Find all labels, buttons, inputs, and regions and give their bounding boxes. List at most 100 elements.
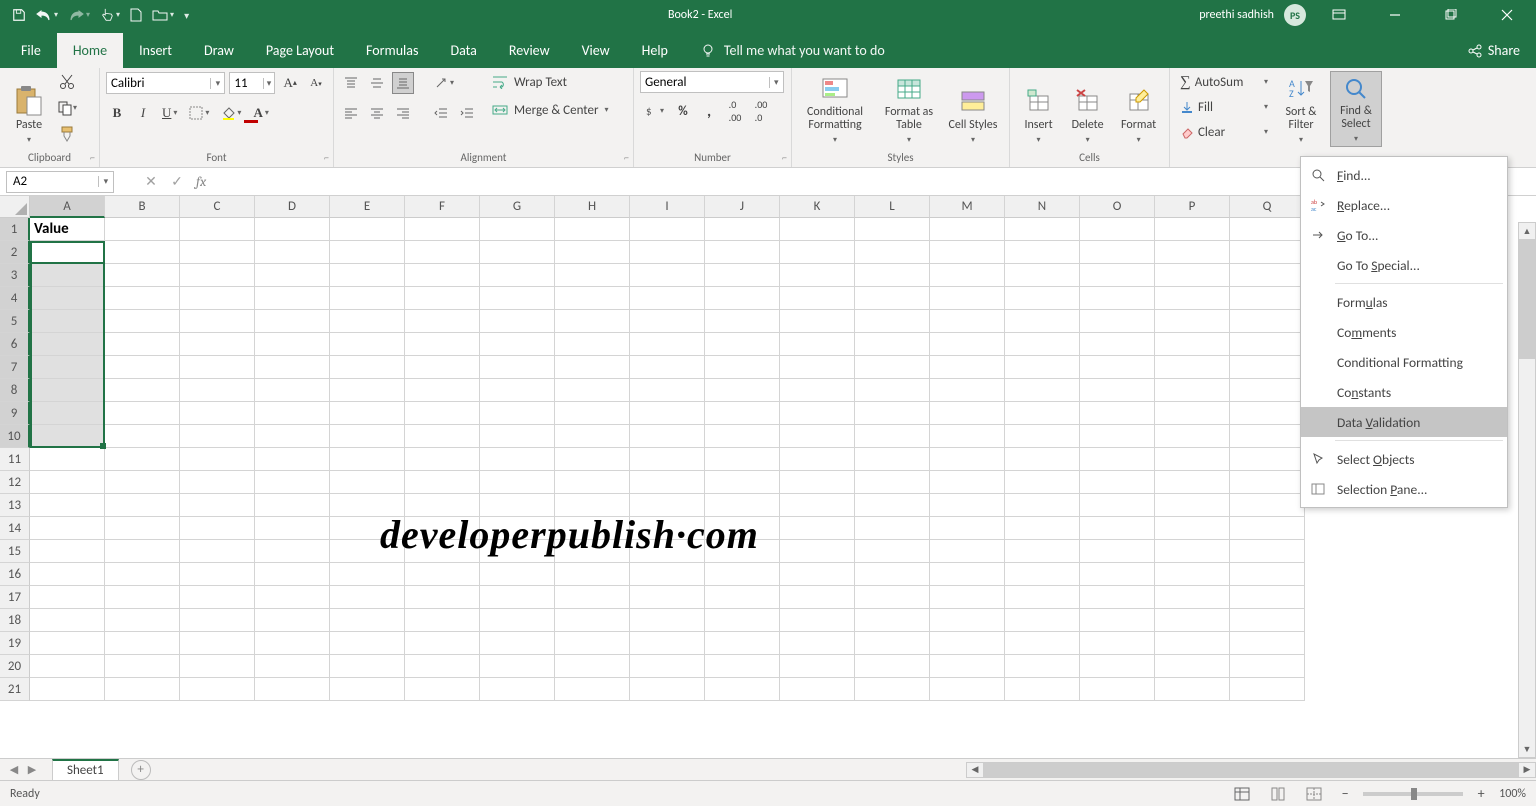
cell-H12[interactable] <box>555 471 630 494</box>
row-header-20[interactable]: 20 <box>0 655 30 678</box>
cell-G10[interactable] <box>480 425 555 448</box>
cell-M9[interactable] <box>930 402 1005 425</box>
col-header-I[interactable]: I <box>630 196 705 218</box>
cell-N8[interactable] <box>1005 379 1080 402</box>
cell-N6[interactable] <box>1005 333 1080 356</box>
cells-area[interactable]: Value <box>30 218 1305 701</box>
cell-N20[interactable] <box>1005 655 1080 678</box>
cell-F11[interactable] <box>405 448 480 471</box>
cell-F2[interactable] <box>405 241 480 264</box>
cell-N3[interactable] <box>1005 264 1080 287</box>
cell-H16[interactable] <box>555 563 630 586</box>
cell-I2[interactable] <box>630 241 705 264</box>
cell-F7[interactable] <box>405 356 480 379</box>
bold-button[interactable]: B <box>106 102 128 124</box>
fill-color-button[interactable]: ▾ <box>217 102 245 124</box>
cell-O1[interactable] <box>1080 218 1155 241</box>
cell-H14[interactable] <box>555 517 630 540</box>
cell-B3[interactable] <box>105 264 180 287</box>
tab-data[interactable]: Data <box>434 33 492 68</box>
menu-selection-pane[interactable]: Selection Pane... <box>1301 474 1507 504</box>
zoom-slider[interactable] <box>1363 792 1463 796</box>
cell-D6[interactable] <box>255 333 330 356</box>
cell-I11[interactable] <box>630 448 705 471</box>
cell-K10[interactable] <box>780 425 855 448</box>
cell-G8[interactable] <box>480 379 555 402</box>
cell-O11[interactable] <box>1080 448 1155 471</box>
cell-M3[interactable] <box>930 264 1005 287</box>
cell-H3[interactable] <box>555 264 630 287</box>
cell-N21[interactable] <box>1005 678 1080 701</box>
add-sheet-button[interactable]: + <box>131 760 151 780</box>
cell-K4[interactable] <box>780 287 855 310</box>
cell-G2[interactable] <box>480 241 555 264</box>
number-launcher[interactable]: ⌐ <box>782 151 787 164</box>
cell-G3[interactable] <box>480 264 555 287</box>
cell-Q5[interactable] <box>1230 310 1305 333</box>
cell-H6[interactable] <box>555 333 630 356</box>
cell-B12[interactable] <box>105 471 180 494</box>
cell-N17[interactable] <box>1005 586 1080 609</box>
cell-D18[interactable] <box>255 609 330 632</box>
cell-D17[interactable] <box>255 586 330 609</box>
ribbon-options-button[interactable] <box>1316 0 1362 30</box>
cell-O2[interactable] <box>1080 241 1155 264</box>
cell-G11[interactable] <box>480 448 555 471</box>
vscroll-thumb[interactable] <box>1519 239 1535 359</box>
cell-I16[interactable] <box>630 563 705 586</box>
cell-Q2[interactable] <box>1230 241 1305 264</box>
cell-M15[interactable] <box>930 540 1005 563</box>
cell-F20[interactable] <box>405 655 480 678</box>
cell-N1[interactable] <box>1005 218 1080 241</box>
cell-D11[interactable] <box>255 448 330 471</box>
cell-Q8[interactable] <box>1230 379 1305 402</box>
cell-Q20[interactable] <box>1230 655 1305 678</box>
cell-O19[interactable] <box>1080 632 1155 655</box>
cell-K3[interactable] <box>780 264 855 287</box>
name-box-dropdown[interactable]: ▾ <box>98 176 113 187</box>
cell-J9[interactable] <box>705 402 780 425</box>
conditional-formatting-button[interactable]: Conditional Formatting▾ <box>798 71 872 147</box>
cell-A1[interactable]: Value <box>30 218 105 241</box>
format-cells-button[interactable]: Format▾ <box>1114 71 1163 147</box>
decrease-decimal-button[interactable]: .00.0 <box>750 100 772 122</box>
cell-G6[interactable] <box>480 333 555 356</box>
underline-button[interactable]: U▾ <box>158 102 181 124</box>
cell-N11[interactable] <box>1005 448 1080 471</box>
cell-F10[interactable] <box>405 425 480 448</box>
cell-I3[interactable] <box>630 264 705 287</box>
menu-goto[interactable]: Go To... <box>1301 220 1507 250</box>
cell-O10[interactable] <box>1080 425 1155 448</box>
cell-B6[interactable] <box>105 333 180 356</box>
cell-I12[interactable] <box>630 471 705 494</box>
cell-N15[interactable] <box>1005 540 1080 563</box>
font-color-button[interactable]: A▾ <box>249 102 272 124</box>
cell-Q4[interactable] <box>1230 287 1305 310</box>
cell-N12[interactable] <box>1005 471 1080 494</box>
cell-I19[interactable] <box>630 632 705 655</box>
cell-F3[interactable] <box>405 264 480 287</box>
cell-M11[interactable] <box>930 448 1005 471</box>
comma-button[interactable]: , <box>698 100 720 122</box>
cell-L16[interactable] <box>855 563 930 586</box>
cell-P14[interactable] <box>1155 517 1230 540</box>
cell-C15[interactable] <box>180 540 255 563</box>
cell-D3[interactable] <box>255 264 330 287</box>
cell-Q15[interactable] <box>1230 540 1305 563</box>
zoom-thumb[interactable] <box>1411 788 1417 800</box>
cell-M12[interactable] <box>930 471 1005 494</box>
cell-M21[interactable] <box>930 678 1005 701</box>
row-header-9[interactable]: 9 <box>0 402 30 425</box>
sort-filter-button[interactable]: AZ Sort & Filter▾ <box>1276 71 1326 147</box>
redo-button[interactable]: ▾ <box>68 8 90 22</box>
cell-P15[interactable] <box>1155 540 1230 563</box>
tab-help[interactable]: Help <box>626 33 684 68</box>
cell-K6[interactable] <box>780 333 855 356</box>
cell-B19[interactable] <box>105 632 180 655</box>
cell-P8[interactable] <box>1155 379 1230 402</box>
cell-D5[interactable] <box>255 310 330 333</box>
cell-A17[interactable] <box>30 586 105 609</box>
cell-A9[interactable] <box>30 402 105 425</box>
cell-C5[interactable] <box>180 310 255 333</box>
cell-O20[interactable] <box>1080 655 1155 678</box>
